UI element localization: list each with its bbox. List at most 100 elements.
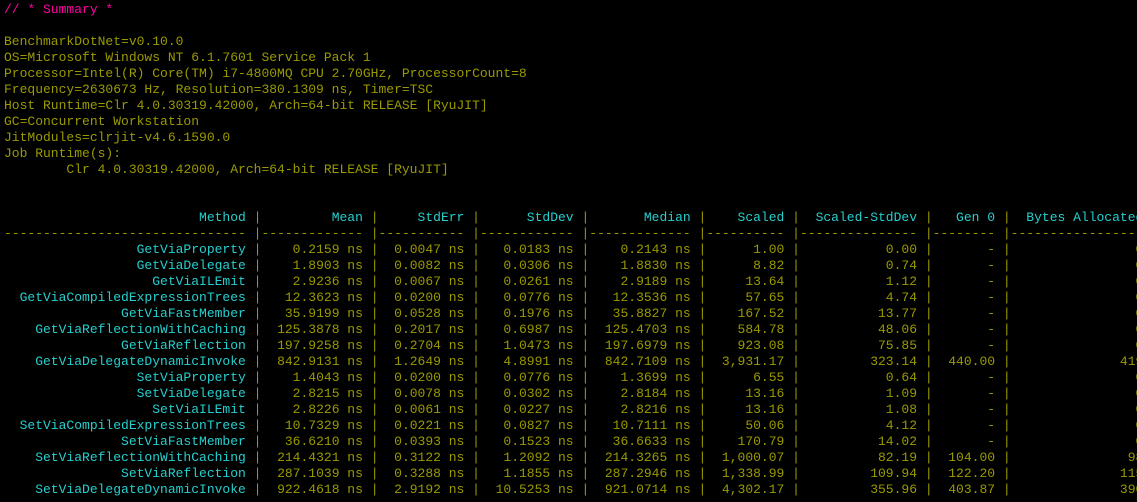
column-separator: |	[371, 466, 379, 481]
column-separator: |	[699, 258, 707, 273]
column-separator: |	[792, 418, 800, 433]
table-cell: 197.9258 ns	[269, 338, 363, 353]
table-cell: 1.0473 ns	[488, 338, 574, 353]
table-cell: 287.1039 ns	[269, 466, 363, 481]
column-separator: |	[581, 274, 589, 289]
column-separator: |	[699, 418, 707, 433]
env-line: JitModules=clrjit-v4.6.1590.0	[4, 130, 230, 145]
column-separator: |	[371, 274, 379, 289]
column-separator: |	[792, 370, 800, 385]
table-cell: SetViaReflectionWithCaching	[4, 450, 246, 465]
table-cell: 0.2143 ns	[597, 242, 691, 257]
table-cell: 1,338.99	[714, 466, 784, 481]
table-cell: 4.8991 ns	[488, 354, 574, 369]
table-cell: 0.00	[1018, 274, 1137, 289]
table-cell: 214.4321 ns	[269, 450, 363, 465]
column-separator: |	[581, 258, 589, 273]
table-cell: 8.82	[714, 258, 784, 273]
table-cell: 922.4618 ns	[269, 482, 363, 497]
table-cell: GetViaILEmit	[4, 274, 246, 289]
column-separator: |	[472, 274, 480, 289]
table-cell: 48.06	[808, 322, 917, 337]
table-cell: 57.65	[714, 290, 784, 305]
env-line: Frequency=2630673 Hz, Resolution=380.130…	[4, 82, 433, 97]
table-cell: GetViaDelegate	[4, 258, 246, 273]
divider: ------------	[269, 226, 363, 241]
table-cell: 115.63	[1018, 466, 1137, 481]
column-separator: |	[925, 386, 933, 401]
table-cell: 0.0827 ns	[488, 418, 574, 433]
table-cell: 390.99	[1018, 482, 1137, 497]
column-separator: |	[792, 402, 800, 417]
column-separator: |	[472, 370, 480, 385]
table-cell: 0.00	[1018, 418, 1137, 433]
table-cell: SetViaCompiledExpressionTrees	[4, 418, 246, 433]
column-separator: |	[699, 290, 707, 305]
column-separator: |	[792, 386, 800, 401]
table-cell: 1.3699 ns	[597, 370, 691, 385]
table-cell: -	[940, 370, 995, 385]
column-separator: |	[581, 466, 589, 481]
column-separator: |	[1003, 370, 1011, 385]
column-separator: |	[925, 434, 933, 449]
column-separator: |	[581, 450, 589, 465]
column-separator: |	[792, 482, 800, 497]
column-separator: |	[1003, 466, 1011, 481]
table-cell: 0.0776 ns	[488, 370, 574, 385]
table-cell: 0.0082 ns	[386, 258, 464, 273]
table-cell: 50.06	[714, 418, 784, 433]
column-separator: |	[254, 258, 262, 273]
column-separator: |	[581, 370, 589, 385]
table-cell: 0.0528 ns	[386, 306, 464, 321]
divider: -------------------------------	[4, 226, 246, 241]
divider: ----------	[386, 226, 464, 241]
column-separator: |	[254, 306, 262, 321]
table-cell: 125.3878 ns	[269, 322, 363, 337]
table-cell: 0.00	[1018, 386, 1137, 401]
table-cell: 0.0221 ns	[386, 418, 464, 433]
table-cell: 1.8903 ns	[269, 258, 363, 273]
table-cell: 921.0714 ns	[597, 482, 691, 497]
env-job-runtime: Clr 4.0.30319.42000, Arch=64-bit RELEASE…	[4, 162, 449, 177]
column-separator: |	[581, 434, 589, 449]
divider: --------------	[808, 226, 917, 241]
column-separator: |	[371, 322, 379, 337]
column-separator: |	[792, 258, 800, 273]
table-cell: 197.6979 ns	[597, 338, 691, 353]
terminal-output[interactable]: // * Summary * BenchmarkDotNet=v0.10.0 O…	[0, 0, 1137, 500]
table-cell: 75.85	[808, 338, 917, 353]
table-cell: 0.0047 ns	[386, 242, 464, 257]
table-cell: 125.4703 ns	[597, 322, 691, 337]
table-cell: 0.0200 ns	[386, 370, 464, 385]
table-cell: 2.8215 ns	[269, 386, 363, 401]
summary-header: // * Summary *	[4, 2, 113, 17]
column-separator: |	[792, 290, 800, 305]
env-line: Host Runtime=Clr 4.0.30319.42000, Arch=6…	[4, 98, 488, 113]
table-cell: 0.0061 ns	[386, 402, 464, 417]
divider: -	[589, 226, 597, 241]
column-separator: |	[581, 354, 589, 369]
column-separator: |	[254, 482, 262, 497]
table-cell: 0.01	[1018, 338, 1137, 353]
column-header: Median	[597, 210, 691, 225]
column-separator: |	[472, 338, 480, 353]
column-separator: |	[792, 322, 800, 337]
column-separator: |	[472, 354, 480, 369]
column-header: StdErr	[386, 210, 464, 225]
column-separator: |	[472, 226, 480, 241]
column-separator: |	[254, 402, 262, 417]
table-cell: 0.2017 ns	[386, 322, 464, 337]
env-line: Job Runtime(s):	[4, 146, 121, 161]
column-separator: |	[792, 274, 800, 289]
column-separator: |	[699, 338, 707, 353]
column-separator: |	[699, 482, 707, 497]
table-cell: 0.00	[1018, 370, 1137, 385]
column-separator: |	[472, 418, 480, 433]
table-cell: SetViaILEmit	[4, 402, 246, 417]
table-cell: SetViaDelegate	[4, 386, 246, 401]
column-separator: |	[925, 450, 933, 465]
column-separator: |	[254, 354, 262, 369]
table-cell: -	[940, 306, 995, 321]
column-separator: |	[1003, 242, 1011, 257]
table-cell: GetViaCompiledExpressionTrees	[4, 290, 246, 305]
